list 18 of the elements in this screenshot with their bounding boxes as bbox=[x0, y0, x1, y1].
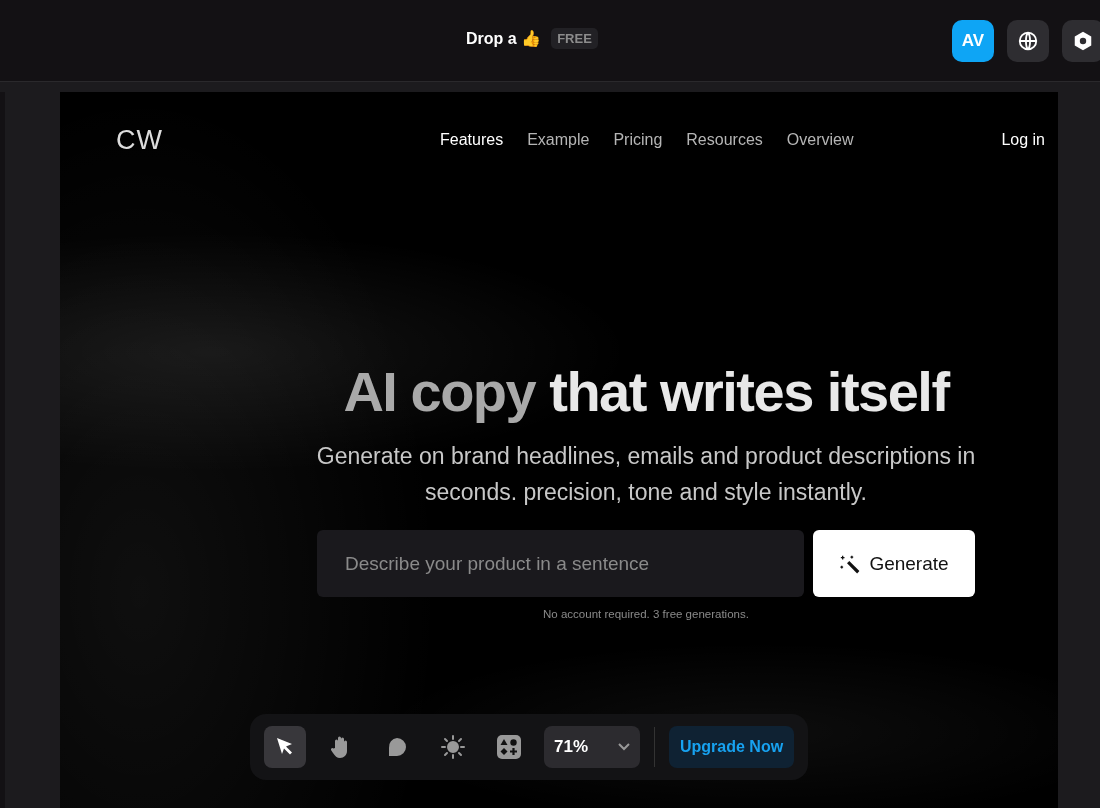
plan-badge: FREE bbox=[551, 28, 598, 49]
nav-link[interactable]: Resources bbox=[686, 131, 763, 149]
zoom-dropdown[interactable]: 71% bbox=[544, 726, 640, 768]
nav-link[interactable]: Features bbox=[440, 131, 504, 149]
product-input[interactable]: Describe your product in a sentence bbox=[317, 530, 804, 597]
hint-text: No account required. 3 free generations. bbox=[543, 608, 749, 620]
globe-icon[interactable] bbox=[1007, 19, 1049, 62]
caret-icon bbox=[618, 743, 630, 751]
nav-link[interactable]: Example bbox=[527, 131, 590, 149]
upgrade-button[interactable]: Upgrade Now bbox=[669, 726, 795, 768]
project-title: Drop a 👍 bbox=[466, 29, 542, 48]
site-logo[interactable]: CW bbox=[116, 124, 316, 156]
nav-link[interactable]: Overview bbox=[786, 131, 854, 149]
login-link[interactable]: Log in bbox=[1001, 131, 1045, 149]
hero-subtitle: Generate on brand headlines, emails and product descriptions in seconds. precision, tone and style instantly. bbox=[315, 442, 977, 507]
generate-button[interactable]: Generate bbox=[813, 530, 975, 597]
nav-link[interactable]: Pricing bbox=[613, 131, 663, 149]
pointer-tool-icon[interactable] bbox=[264, 726, 306, 768]
